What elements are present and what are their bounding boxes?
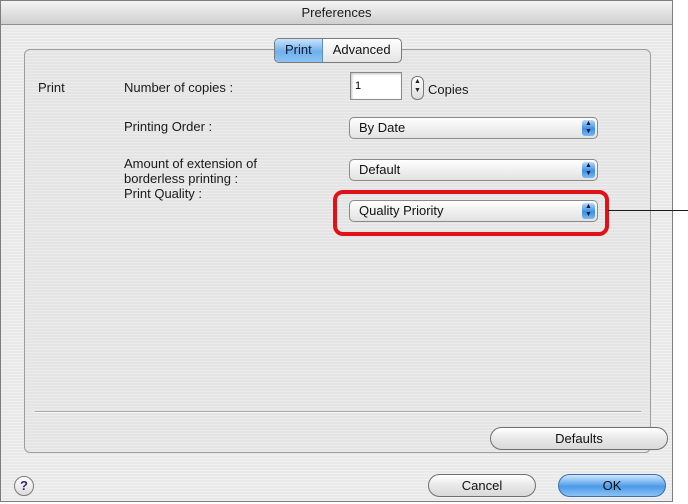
defaults-button[interactable]: Defaults <box>490 427 668 450</box>
tab-print[interactable]: Print <box>275 39 323 62</box>
printing-order-popup[interactable]: By Date ▲ ▼ <box>349 117 598 139</box>
help-button[interactable]: ? <box>14 476 34 496</box>
extension-label-line2: borderless printing : <box>124 171 239 186</box>
settings-panel <box>24 49 651 453</box>
callout-highlight <box>333 190 609 236</box>
extension-label-line1: Amount of extension of <box>124 156 257 171</box>
extension-popup[interactable]: Default ▲ ▼ <box>349 159 598 181</box>
printing-order-label: Printing Order : <box>124 119 213 134</box>
printing-order-value: By Date <box>359 120 406 135</box>
copies-stepper[interactable]: ▲ ▼ <box>411 76 424 100</box>
cancel-button[interactable]: Cancel <box>428 474 536 497</box>
section-label: Print <box>38 80 65 95</box>
preferences-window: Preferences Print Advanced Print Number … <box>0 0 673 502</box>
extension-label: Amount of extension of borderless printi… <box>124 156 257 186</box>
print-quality-label: Print Quality : <box>124 186 203 201</box>
copies-field[interactable] <box>350 72 402 100</box>
divider <box>35 411 641 413</box>
popup-arrows-icon: ▲ ▼ <box>582 162 595 178</box>
tab-group: Print Advanced <box>274 38 402 63</box>
callout-leader-line <box>608 210 688 211</box>
window-title: Preferences <box>1 1 672 25</box>
ok-button[interactable]: OK <box>558 474 666 497</box>
tab-advanced[interactable]: Advanced <box>323 39 401 62</box>
popup-arrows-icon: ▲ ▼ <box>582 120 595 136</box>
extension-value: Default <box>359 162 401 177</box>
copies-unit: Copies <box>428 82 469 97</box>
copies-label: Number of copies : <box>124 80 234 95</box>
